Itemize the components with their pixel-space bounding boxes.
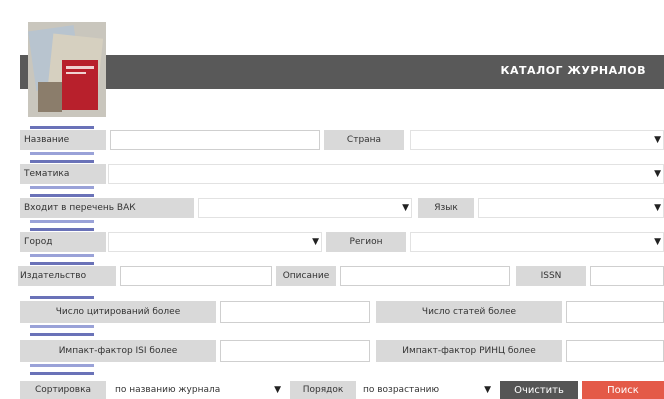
rinc-input[interactable] <box>566 340 664 362</box>
row-divider <box>30 126 94 129</box>
rinc-label: Импакт-фактор РИНЦ более <box>376 340 562 362</box>
issn-label: ISSN <box>516 266 586 286</box>
sort-value: по названию журнала <box>115 385 221 395</box>
publisher-input[interactable] <box>120 266 272 286</box>
catalog-logo <box>28 22 106 117</box>
sort-select[interactable]: по названию журнала ▼ <box>110 381 286 399</box>
language-select[interactable]: ▼ <box>478 198 664 218</box>
region-select[interactable]: ▼ <box>410 232 664 252</box>
row-divider <box>30 152 94 155</box>
row-divider <box>30 364 94 367</box>
country-select[interactable]: ▼ <box>410 130 664 150</box>
description-input[interactable] <box>340 266 510 286</box>
row-divider <box>30 194 94 197</box>
region-label: Регион <box>326 232 406 252</box>
vak-select[interactable]: ▼ <box>198 198 412 218</box>
chevron-down-icon: ▼ <box>484 385 491 395</box>
language-label: Язык <box>418 198 474 218</box>
city-label: Город <box>20 232 106 252</box>
chevron-down-icon: ▼ <box>312 237 319 247</box>
isi-input[interactable] <box>220 340 370 362</box>
chevron-down-icon: ▼ <box>402 203 409 213</box>
row-divider <box>30 228 94 231</box>
order-select[interactable]: по возрастанию ▼ <box>358 381 496 399</box>
chevron-down-icon: ▼ <box>654 169 661 179</box>
name-input[interactable] <box>110 130 320 150</box>
order-value: по возрастанию <box>363 385 440 395</box>
search-button[interactable]: Поиск <box>582 381 664 399</box>
issn-input[interactable] <box>590 266 664 286</box>
row-divider <box>30 372 94 375</box>
articles-label: Число статей более <box>376 301 562 323</box>
publisher-label: Издательство <box>18 266 116 286</box>
row-divider <box>30 333 94 336</box>
row-divider <box>30 160 94 163</box>
row-divider <box>30 220 94 223</box>
row-divider <box>30 296 94 299</box>
vak-label: Входит в перечень ВАК <box>20 198 194 218</box>
city-select[interactable]: ▼ <box>108 232 322 252</box>
citations-input[interactable] <box>220 301 370 323</box>
clear-button[interactable]: Очистить <box>500 381 578 399</box>
topic-label: Тематика <box>20 164 106 184</box>
chevron-down-icon: ▼ <box>654 203 661 213</box>
isi-label: Импакт-фактор ISI более <box>20 340 216 362</box>
chevron-down-icon: ▼ <box>274 385 281 395</box>
row-divider <box>30 186 94 189</box>
page-title: КАТАЛОГ ЖУРНАЛОВ <box>500 64 646 77</box>
articles-input[interactable] <box>566 301 664 323</box>
row-divider <box>30 254 94 257</box>
description-label: Описание <box>276 266 336 286</box>
citations-label: Число цитирований более <box>20 301 216 323</box>
row-divider <box>30 325 94 328</box>
chevron-down-icon: ▼ <box>654 237 661 247</box>
chevron-down-icon: ▼ <box>654 135 661 145</box>
country-label: Страна <box>324 130 404 150</box>
order-label: Порядок <box>290 381 356 399</box>
name-label: Название <box>20 130 106 150</box>
row-divider <box>30 262 94 265</box>
sort-label: Сортировка <box>20 381 106 399</box>
topic-select[interactable]: ▼ <box>108 164 664 184</box>
